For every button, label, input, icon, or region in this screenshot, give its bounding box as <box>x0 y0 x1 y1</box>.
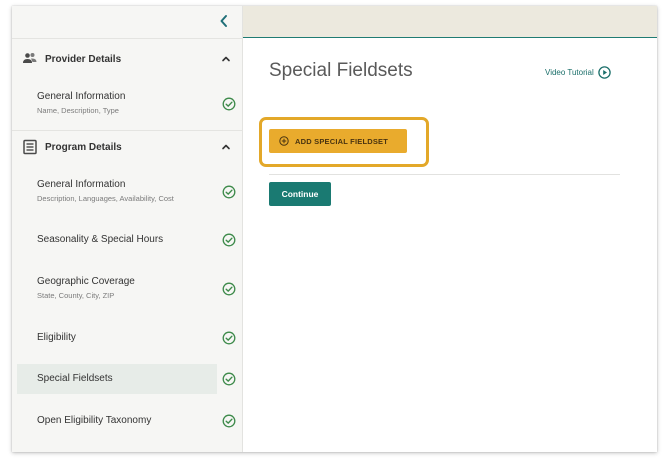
check-circle-icon <box>222 282 236 296</box>
check-circle-icon <box>222 233 236 247</box>
sidebar-divider <box>12 38 243 39</box>
sidebar-item-geographic-coverage[interactable]: Geographic Coverage State, County, City,… <box>17 271 243 307</box>
app-window: Provider Details General Information Nam… <box>12 6 657 452</box>
video-tutorial-link[interactable]: Video Tutorial <box>545 66 611 79</box>
check-circle-icon <box>222 97 236 111</box>
sidebar-item-label: Special Fieldsets <box>37 373 113 384</box>
sidebar: Provider Details General Information Nam… <box>12 6 243 452</box>
sidebar-item-label: General Information <box>37 179 126 190</box>
sidebar-item-label: Seasonality & Special Hours <box>37 234 164 245</box>
sidebar-item-open-eligibility-taxonomy[interactable]: Open Eligibility Taxonomy <box>17 406 243 436</box>
chevron-up-icon <box>222 144 230 150</box>
sidebar-item-sublabel: State, County, City, ZIP <box>37 291 115 300</box>
sidebar-item-label: Eligibility <box>37 332 76 343</box>
check-circle-icon <box>222 331 236 345</box>
section-provider-details[interactable]: Provider Details <box>12 44 243 74</box>
top-bar <box>243 6 657 38</box>
sidebar-item-eligibility[interactable]: Eligibility <box>17 323 243 353</box>
section-program-details[interactable]: Program Details <box>12 132 243 162</box>
chevron-left-icon <box>220 15 227 27</box>
chevron-up-icon <box>222 56 230 62</box>
continue-label: Continue <box>281 189 319 199</box>
page-title: Special Fieldsets <box>269 60 413 81</box>
document-icon <box>23 139 37 155</box>
check-circle-icon <box>222 372 236 386</box>
sidebar-item-special-fieldsets[interactable]: Special Fieldsets <box>17 364 217 394</box>
collapse-sidebar-button[interactable] <box>215 10 233 32</box>
sidebar-item-label: Geographic Coverage <box>37 276 135 287</box>
people-icon <box>23 53 37 63</box>
content-divider <box>269 174 620 175</box>
add-special-fieldset-label: ADD SPECIAL FIELDSET <box>295 136 389 146</box>
sidebar-item-sublabel: Description, Languages, Availability, Co… <box>37 194 174 203</box>
check-circle-icon <box>222 414 236 428</box>
section-label: Provider Details <box>45 53 122 65</box>
continue-button[interactable]: Continue <box>269 182 331 206</box>
add-special-fieldset-button[interactable]: ADD SPECIAL FIELDSET <box>269 129 407 153</box>
sidebar-divider <box>12 130 243 131</box>
check-circle-icon <box>222 185 236 199</box>
sidebar-item-label: Open Eligibility Taxonomy <box>37 415 152 426</box>
sidebar-item-provider-general-information[interactable]: General Information Name, Description, T… <box>17 86 243 122</box>
sidebar-item-seasonality[interactable]: Seasonality & Special Hours <box>17 225 243 255</box>
sidebar-item-sublabel: Name, Description, Type <box>37 106 119 115</box>
section-label: Program Details <box>45 141 122 153</box>
sidebar-item-label: General Information <box>37 91 126 102</box>
plus-circle-icon <box>279 136 289 146</box>
video-tutorial-label: Video Tutorial <box>545 68 594 77</box>
play-circle-icon <box>598 66 611 79</box>
sidebar-item-program-general-information[interactable]: General Information Description, Languag… <box>17 174 243 210</box>
